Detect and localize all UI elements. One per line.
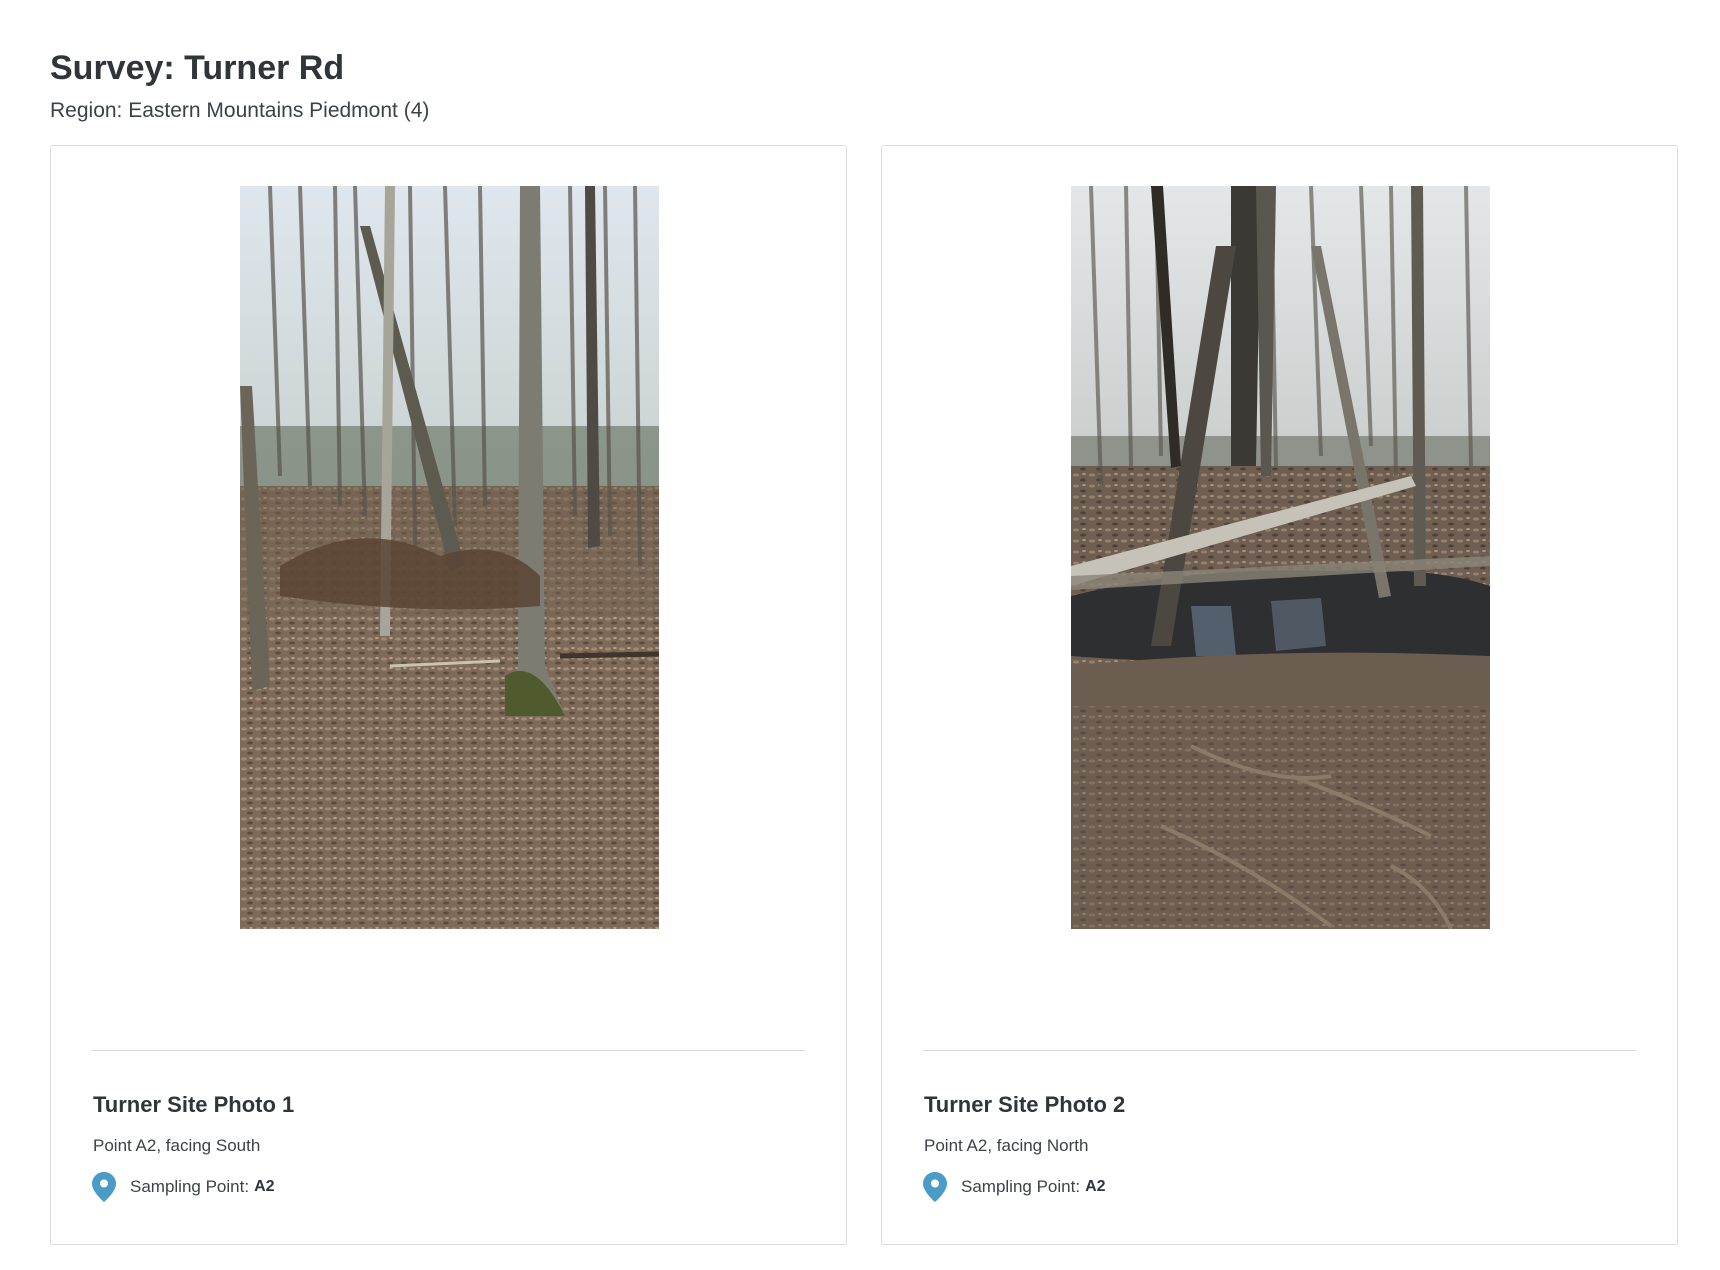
- sampling-point: Sampling Point: A2: [92, 1172, 275, 1202]
- photo-description: Point A2, facing North: [924, 1136, 1089, 1155]
- map-pin-icon: [923, 1172, 947, 1202]
- photo-card-list: Turner Site Photo 1 Point A2, facing Sou…: [50, 145, 1678, 1245]
- page-title: Survey: Turner Rd: [50, 49, 345, 87]
- creek-photo-icon: [1071, 186, 1490, 929]
- sampling-value: A2: [254, 1178, 275, 1195]
- map-pin-icon: [92, 1172, 116, 1202]
- forest-photo-icon: [240, 186, 659, 929]
- sampling-label: Sampling Point:: [961, 1177, 1081, 1196]
- photo-title: Turner Site Photo 1: [93, 1092, 295, 1117]
- photo-title: Turner Site Photo 2: [924, 1092, 1126, 1117]
- photo-card[interactable]: Turner Site Photo 1 Point A2, facing Sou…: [50, 145, 847, 1245]
- site-photo-creek[interactable]: [1071, 186, 1490, 929]
- card-divider: [92, 1050, 805, 1051]
- card-divider: [923, 1050, 1636, 1051]
- photo-card[interactable]: Turner Site Photo 2 Point A2, facing Nor…: [881, 145, 1678, 1245]
- sampling-value: A2: [1085, 1178, 1106, 1195]
- photo-description: Point A2, facing South: [93, 1136, 261, 1155]
- region-subtitle: Region: Eastern Mountains Piedmont (4): [50, 99, 430, 123]
- page-header: Survey: Turner Rd Region: Eastern Mounta…: [50, 49, 430, 123]
- sampling-point: Sampling Point: A2: [923, 1172, 1106, 1202]
- survey-page: Survey: Turner Rd Region: Eastern Mounta…: [0, 0, 1720, 1270]
- sampling-label: Sampling Point:: [130, 1177, 250, 1196]
- site-photo-forest[interactable]: [240, 186, 659, 929]
